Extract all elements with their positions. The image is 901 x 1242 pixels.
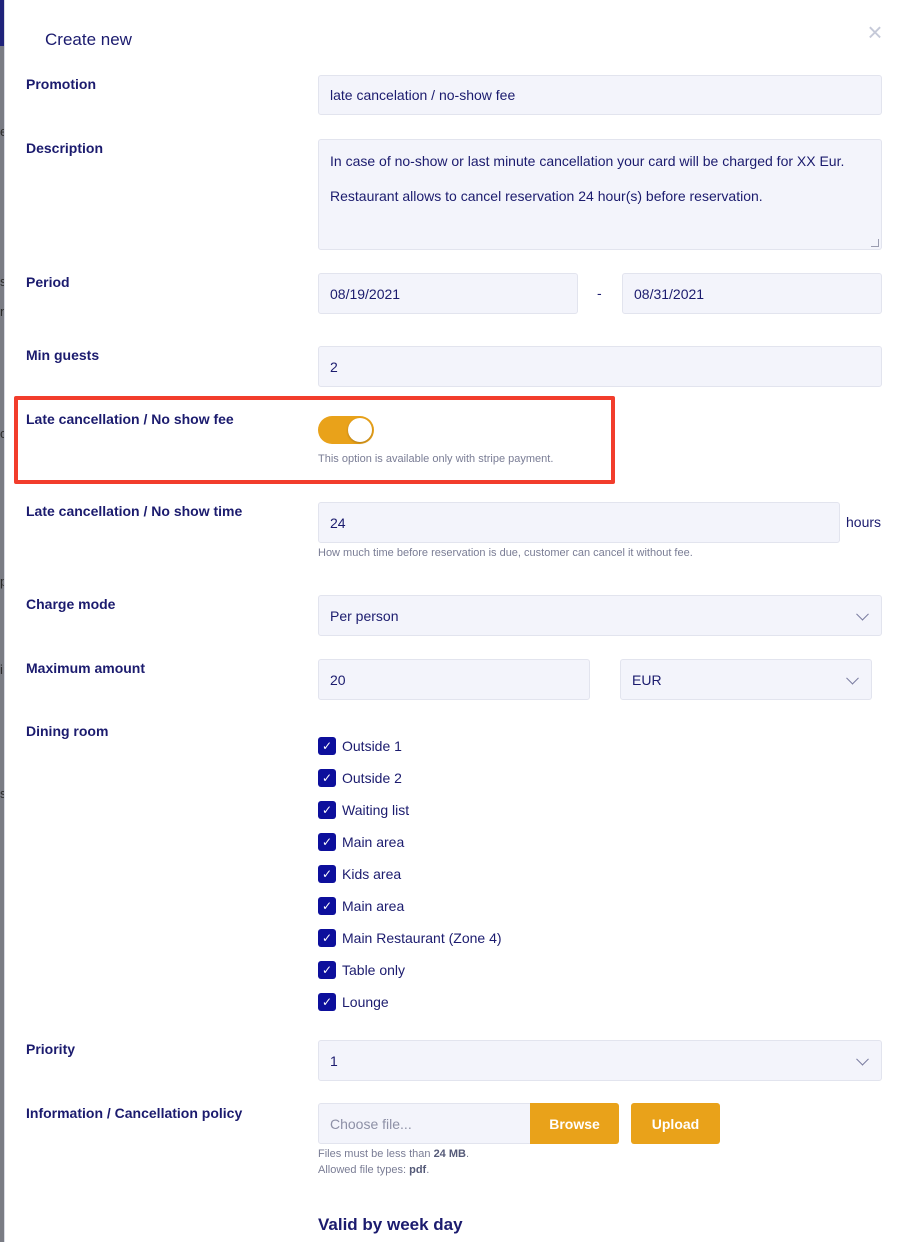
modal-title: Create new xyxy=(45,30,132,49)
checkbox-checked-icon[interactable]: ✓ xyxy=(318,801,336,819)
checkbox-checked-icon[interactable]: ✓ xyxy=(318,833,336,851)
late-fee-toggle[interactable] xyxy=(318,416,374,444)
chevron-down-icon xyxy=(856,1052,869,1066)
description-line-1: In case of no-show or last minute cancel… xyxy=(330,153,845,169)
file-type-value: pdf xyxy=(409,1164,427,1176)
dining-room-option-label: Main Restaurant (Zone 4) xyxy=(342,930,502,946)
min-guests-input[interactable]: 2 xyxy=(318,346,882,387)
period-end-value: 08/31/2021 xyxy=(634,285,705,302)
chevron-down-icon xyxy=(846,671,859,685)
charge-mode-value: Per person xyxy=(330,607,399,624)
dining-room-option-label: Main area xyxy=(342,834,405,850)
dining-room-option[interactable]: ✓ Main area xyxy=(318,896,404,916)
upload-button[interactable]: Upload xyxy=(631,1103,720,1144)
dining-room-option[interactable]: ✓ Main Restaurant (Zone 4) xyxy=(318,928,502,948)
dining-room-option-label: Main area xyxy=(342,898,405,914)
period-start-value: 08/19/2021 xyxy=(330,285,401,302)
dining-room-option-label: Outside 1 xyxy=(342,738,402,754)
file-size-limit: 24 MB xyxy=(433,1148,466,1160)
file-size-help-suffix: . xyxy=(465,1148,470,1160)
late-time-label: Late cancellation / No show time xyxy=(26,503,243,519)
period-start-input[interactable]: 08/19/2021 xyxy=(318,273,578,314)
file-type-help-text: Allowed file types: xyxy=(318,1164,410,1176)
dining-room-option[interactable]: ✓ Outside 1 xyxy=(318,736,402,756)
priority-value: 1 xyxy=(330,1052,338,1069)
maximum-amount-input[interactable]: 20 xyxy=(318,659,590,700)
checkbox-checked-icon[interactable]: ✓ xyxy=(318,865,336,883)
late-time-help: How much time before reservation is due,… xyxy=(318,547,693,559)
checkbox-checked-icon[interactable]: ✓ xyxy=(318,897,336,915)
min-guests-label: Min guests xyxy=(26,347,100,363)
min-guests-value: 2 xyxy=(330,358,338,375)
late-fee-help: This option is available only with strip… xyxy=(318,453,554,465)
file-size-help-text: Files must be less than xyxy=(318,1148,434,1160)
policy-label: Information / Cancellation policy xyxy=(26,1105,243,1121)
dining-room-option-label: Waiting list xyxy=(342,802,410,818)
late-fee-label: Late cancellation / No show fee xyxy=(26,411,234,427)
late-time-suffix: hours xyxy=(846,514,882,530)
chevron-down-icon xyxy=(856,607,869,621)
file-input[interactable]: Choose file... xyxy=(318,1103,531,1144)
dining-room-option-label: Table only xyxy=(342,962,406,978)
priority-select[interactable]: 1 xyxy=(318,1040,882,1081)
description-label: Description xyxy=(26,140,104,156)
priority-label: Priority xyxy=(26,1041,76,1057)
highlight-annotation xyxy=(14,396,615,484)
period-end-input[interactable]: 08/31/2021 xyxy=(622,273,882,314)
dining-room-option-label: Kids area xyxy=(342,866,402,882)
file-type-help: Allowed file types: pdf. xyxy=(318,1164,429,1176)
valid-by-week-day-heading: Valid by week day xyxy=(318,1215,463,1234)
dining-room-option[interactable]: ✓ Lounge xyxy=(318,992,389,1012)
description-line-2: Restaurant allows to cancel reservation … xyxy=(330,188,763,204)
close-icon[interactable]: × xyxy=(863,19,887,45)
file-type-help-suffix: . xyxy=(426,1164,430,1176)
dining-room-option-label: Lounge xyxy=(342,994,389,1010)
resize-handle-icon[interactable] xyxy=(871,239,879,247)
browse-button[interactable]: Browse xyxy=(530,1103,619,1144)
currency-select[interactable]: EUR xyxy=(620,659,872,700)
file-input-placeholder: Choose file... xyxy=(330,1115,412,1132)
toggle-knob xyxy=(348,418,372,442)
description-textarea[interactable]: In case of no-show or last minute cancel… xyxy=(318,139,882,250)
dining-room-option[interactable]: ✓ Main area xyxy=(318,832,404,852)
dining-room-option-label: Outside 2 xyxy=(342,770,402,786)
charge-mode-select[interactable]: Per person xyxy=(318,595,882,636)
period-label: Period xyxy=(26,274,70,290)
checkbox-checked-icon[interactable]: ✓ xyxy=(318,929,336,947)
charge-mode-label: Charge mode xyxy=(26,596,116,612)
dining-room-option[interactable]: ✓ Outside 2 xyxy=(318,768,402,788)
checkbox-checked-icon[interactable]: ✓ xyxy=(318,993,336,1011)
checkbox-checked-icon[interactable]: ✓ xyxy=(318,737,336,755)
dining-room-option[interactable]: ✓ Kids area xyxy=(318,864,401,884)
checkbox-checked-icon[interactable]: ✓ xyxy=(318,769,336,787)
promotion-input[interactable]: late cancelation / no-show fee xyxy=(318,75,882,115)
file-size-help: Files must be less than 24 MB. xyxy=(318,1148,469,1160)
promotion-label: Promotion xyxy=(26,76,96,92)
checkbox-checked-icon[interactable]: ✓ xyxy=(318,961,336,979)
late-time-input[interactable]: 24 xyxy=(318,502,840,543)
dining-room-label: Dining room xyxy=(26,723,109,739)
dining-room-option[interactable]: ✓ Table only xyxy=(318,960,405,980)
dining-room-option[interactable]: ✓ Waiting list xyxy=(318,800,409,820)
create-promotion-modal: Create new × Promotion late cancelation … xyxy=(4,0,901,1242)
maximum-amount-value: 20 xyxy=(330,671,346,688)
late-time-value: 24 xyxy=(330,514,346,531)
maximum-amount-label: Maximum amount xyxy=(26,660,146,676)
currency-value: EUR xyxy=(632,671,662,688)
promotion-value: late cancelation / no-show fee xyxy=(330,87,516,103)
period-separator: - xyxy=(597,285,602,301)
